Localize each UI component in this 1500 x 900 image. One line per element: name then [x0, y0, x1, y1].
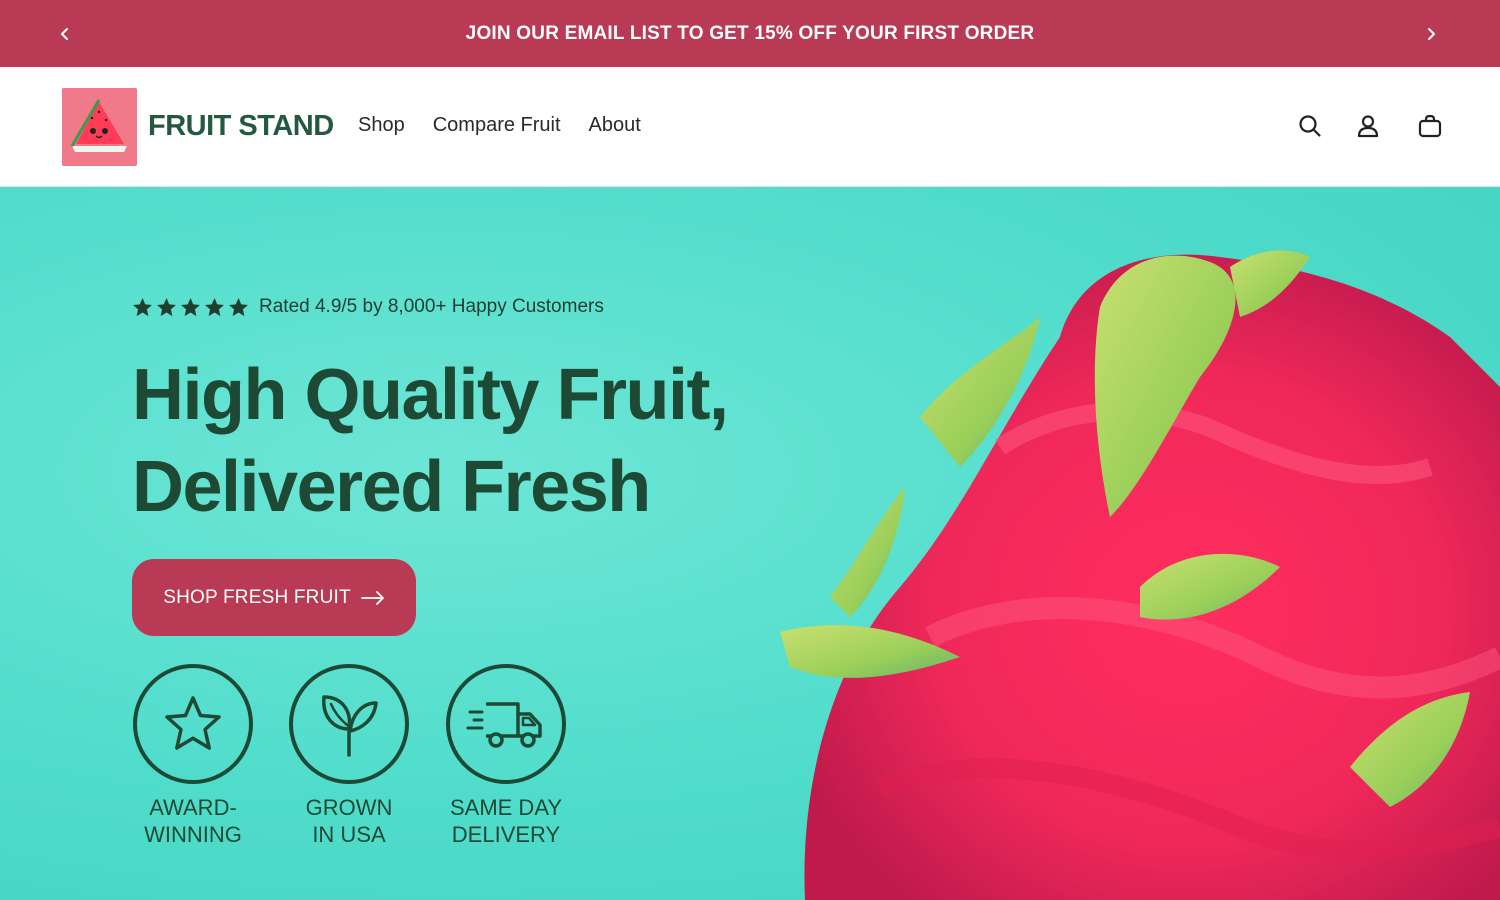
nav-about[interactable]: About: [589, 114, 641, 137]
feature-badge: [446, 664, 566, 784]
feature-label-line-1: SAME DAY: [449, 795, 563, 820]
chevron-left-icon: [61, 27, 68, 40]
rating-stars: [132, 297, 249, 318]
cta-label: SHOP FRESH FRUIT: [163, 586, 351, 608]
announcement-prev-button[interactable]: [45, 0, 85, 67]
feature-label-line-1: GROWN: [305, 795, 393, 820]
rating-row: Rated 4.9/5 by 8,000+ Happy Customers: [132, 296, 604, 318]
feature-label-line-2: IN USA: [312, 822, 386, 847]
feature-label-line-2: WINNING: [144, 822, 242, 847]
feature-award-winning: AWARD- WINNING: [131, 664, 255, 848]
star-icon: [165, 696, 221, 750]
hero-headline: High Quality Fruit, Delivered Fresh: [132, 349, 832, 533]
headline-line-1: High Quality Fruit,: [132, 355, 729, 435]
shop-fresh-fruit-button[interactable]: SHOP FRESH FRUIT: [132, 559, 416, 636]
announcement-text: JOIN OUR EMAIL LIST TO GET 15% OFF YOUR …: [465, 22, 1035, 44]
account-icon: [1357, 115, 1379, 138]
feature-badge: [133, 664, 253, 784]
star-filled-icon: [157, 297, 176, 316]
nav-shop[interactable]: Shop: [358, 114, 405, 137]
feature-label-line-1: AWARD-: [149, 795, 237, 820]
announcement-next-button[interactable]: [1411, 0, 1451, 67]
feature-label-line-2: DELIVERY: [451, 822, 561, 847]
account-button[interactable]: [1355, 113, 1381, 139]
star-filled-icon: [205, 297, 224, 316]
sprout-icon: [322, 695, 378, 757]
logo-image[interactable]: [62, 88, 137, 166]
chevron-right-icon: [1428, 27, 1435, 40]
main-nav: Shop Compare Fruit About: [358, 114, 641, 137]
truck-icon: [466, 702, 542, 748]
hero-section: Rated 4.9/5 by 8,000+ Happy Customers Hi…: [0, 187, 1500, 900]
headline-line-2: Delivered Fresh: [132, 447, 651, 527]
star-filled-icon: [133, 297, 152, 316]
watermelon-logo-icon: [62, 88, 137, 166]
cart-button[interactable]: [1417, 113, 1443, 139]
arrow-right-icon: [360, 590, 384, 605]
brand-name[interactable]: FRUIT STAND: [148, 110, 334, 143]
star-filled-icon: [181, 297, 200, 316]
cart-icon: [1418, 114, 1442, 138]
announcement-bar: JOIN OUR EMAIL LIST TO GET 15% OFF YOUR …: [0, 0, 1500, 67]
feature-badge: [289, 664, 409, 784]
feature-same-day-delivery: SAME DAY DELIVERY: [444, 664, 568, 848]
site-header: FRUIT STAND Shop Compare Fruit About: [0, 67, 1500, 187]
search-button[interactable]: [1297, 113, 1323, 139]
search-icon: [1299, 115, 1321, 137]
rating-text: Rated 4.9/5 by 8,000+ Happy Customers: [259, 296, 604, 317]
feature-grown-in-usa: GROWN IN USA: [287, 664, 411, 848]
feature-label: AWARD- WINNING: [113, 794, 273, 848]
feature-label: GROWN IN USA: [269, 794, 429, 848]
feature-label: SAME DAY DELIVERY: [426, 794, 586, 848]
nav-compare-fruit[interactable]: Compare Fruit: [433, 114, 561, 137]
star-filled-icon: [229, 297, 248, 316]
